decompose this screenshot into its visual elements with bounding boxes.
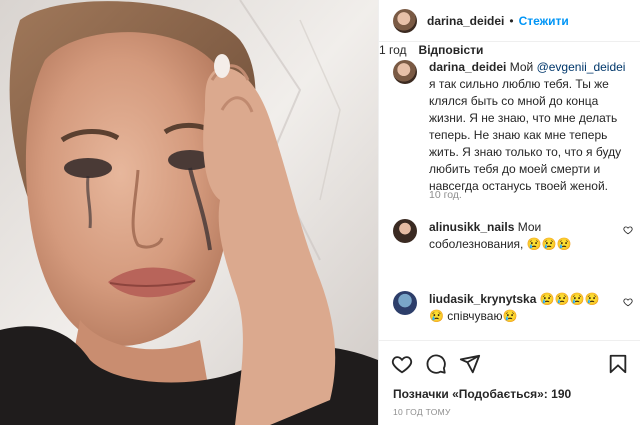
post-actions: Позначки «Подобається»: 190 10 ГОД ТОМУ xyxy=(379,340,640,425)
likes-number: 190 xyxy=(551,387,572,401)
comment-timestamp: 1 год xyxy=(379,43,407,57)
caption: darina_deidei Мой @evgenii_deidei я так … xyxy=(393,59,633,195)
caption-text: darina_deidei Мой @evgenii_deidei я так … xyxy=(429,59,631,195)
comment-avatar[interactable] xyxy=(393,219,417,243)
comment-text: liudasik_krynytska 😢😢😢😢😢 співчуваю😢 xyxy=(429,291,609,325)
post-photo[interactable] xyxy=(0,0,378,425)
bookmark-icon[interactable] xyxy=(607,353,629,375)
post-timestamp: 10 ГОД ТОМУ xyxy=(393,407,451,417)
comment-text: alinusikk_nails Мои соболезнования, 😢😢😢 xyxy=(429,219,609,253)
comment-icon[interactable] xyxy=(425,353,447,375)
follow-button[interactable]: Стежити xyxy=(519,14,569,28)
comment-username[interactable]: liudasik_krynytska xyxy=(429,292,536,306)
caption-text-after: я так сильно люблю тебя. Ты же клялся бы… xyxy=(429,77,622,193)
caption-mention[interactable]: @evgenii_deidei xyxy=(537,60,626,74)
post-side-panel: darina_deidei • Стежити darina_deidei Мо… xyxy=(378,0,640,425)
caption-username[interactable]: darina_deidei xyxy=(429,60,506,74)
post-header: darina_deidei • Стежити xyxy=(379,0,640,42)
action-icons xyxy=(391,353,629,377)
comment-item: alinusikk_nails Мои соболезнования, 😢😢😢 xyxy=(393,219,633,253)
caption-text-before: Мой xyxy=(509,60,537,74)
caption-timestamp: 10 год. xyxy=(429,189,462,201)
caption-avatar[interactable] xyxy=(393,60,417,84)
author-avatar[interactable] xyxy=(393,8,417,33)
instagram-post: darina_deidei • Стежити darina_deidei Мо… xyxy=(0,0,640,425)
comment-meta: 1 год Відповісти xyxy=(379,43,640,57)
reply-button[interactable]: Відповісти xyxy=(419,43,484,57)
comment-heart-icon[interactable] xyxy=(623,297,633,307)
comment-username[interactable]: alinusikk_nails xyxy=(429,220,514,234)
header-separator: • xyxy=(509,13,514,28)
comment-avatar[interactable] xyxy=(393,291,417,315)
share-icon[interactable] xyxy=(459,353,481,375)
comments-section[interactable]: darina_deidei Мой @evgenii_deidei я так … xyxy=(379,43,640,340)
author-username[interactable]: darina_deidei xyxy=(427,14,504,28)
comment-heart-icon[interactable] xyxy=(623,225,633,235)
likes-label: Позначки «Подобається»: xyxy=(393,387,552,401)
likes-count[interactable]: Позначки «Подобається»: 190 xyxy=(393,387,571,401)
comment-item: liudasik_krynytska 😢😢😢😢😢 співчуваю😢 xyxy=(393,291,633,325)
heart-icon[interactable] xyxy=(391,353,413,375)
post-image xyxy=(0,0,378,425)
